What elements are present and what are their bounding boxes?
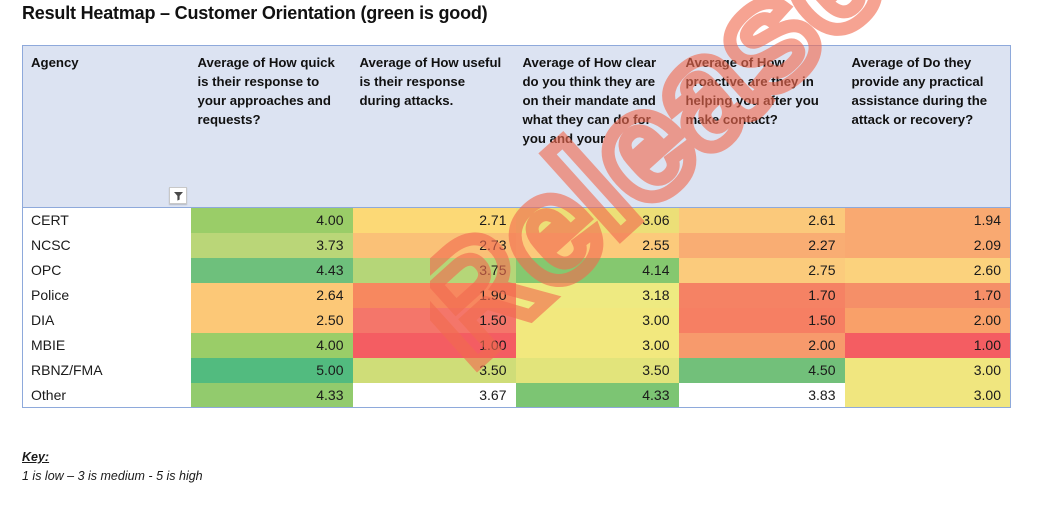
column-header-response-speed[interactable]: Average of How quick is their response t… [190,45,353,208]
table-row: Other 4.33 3.67 4.33 3.83 3.00 [22,382,1011,408]
heatmap-cell: 3.00 [844,357,1011,383]
heatmap-cell: 3.18 [515,282,679,308]
agency-cell: Other [22,382,191,408]
heatmap-cell: 4.50 [678,357,845,383]
heatmap-cell: 4.14 [515,257,679,283]
column-header-label: Average of How proactive are they in hel… [685,55,819,127]
table-row: NCSC 3.73 2.73 2.55 2.27 2.09 [22,232,1011,258]
page-title: Result Heatmap – Customer Orientation (g… [22,3,488,23]
heatmap-cell: 4.33 [190,382,353,408]
heatmap-cell: 4.43 [190,257,353,283]
heatmap-cell: 2.75 [678,257,845,283]
heatmap-cell: 2.00 [678,332,845,358]
heatmap-cell: 2.09 [844,232,1011,258]
agency-cell: RBNZ/FMA [22,357,191,383]
heatmap-cell: 2.71 [352,207,516,233]
table-row: DIA 2.50 1.50 3.00 1.50 2.00 [22,307,1011,333]
heatmap-cell: 1.90 [352,282,516,308]
column-header-label: Average of How useful is their response … [359,55,502,108]
heatmap-cell: 2.50 [190,307,353,333]
column-header-response-usefulness[interactable]: Average of How useful is their response … [352,45,516,208]
heatmap-cell: 3.75 [352,257,516,283]
table-row: CERT 4.00 2.71 3.06 2.61 1.94 [22,207,1011,233]
heatmap-cell: 5.00 [190,357,353,383]
heatmap-cell: 1.00 [844,332,1011,358]
heatmap-cell: 2.73 [352,232,516,258]
heatmap-cell: 4.33 [515,382,679,408]
heatmap-cell: 2.61 [678,207,845,233]
column-header-mandate-clarity[interactable]: Average of How clear do you think they a… [515,45,679,208]
table-row: MBIE 4.00 1.00 3.00 2.00 1.00 [22,332,1011,358]
agency-cell: NCSC [22,232,191,258]
heatmap-cell: 3.50 [352,357,516,383]
heatmap-cell: 3.67 [352,382,516,408]
key-legend: Key: 1 is low – 3 is medium - 5 is high [22,448,203,486]
agency-cell: Police [22,282,191,308]
table-row: OPC 4.43 3.75 4.14 2.75 2.60 [22,257,1011,283]
table-row: RBNZ/FMA 5.00 3.50 3.50 4.50 3.00 [22,357,1011,383]
heatmap-cell: 3.00 [515,332,679,358]
agency-cell: CERT [22,207,191,233]
agency-cell: MBIE [22,332,191,358]
heatmap-cell: 3.00 [515,307,679,333]
heatmap-table: Agency Average of How quick is their res… [22,45,1011,408]
heatmap-cell: 3.73 [190,232,353,258]
table-header: Agency Average of How quick is their res… [22,45,1011,208]
key-description: 1 is low – 3 is medium - 5 is high [22,468,203,483]
heatmap-cell: 2.64 [190,282,353,308]
heatmap-cell: 1.94 [844,207,1011,233]
column-header-proactivity[interactable]: Average of How proactive are they in hel… [678,45,845,208]
column-header-label: Average of How clear do you think they a… [522,55,657,146]
table-row: Police 2.64 1.90 3.18 1.70 1.70 [22,282,1011,308]
heatmap-cell: 1.70 [678,282,845,308]
column-header-label: Agency [31,55,79,70]
heatmap-cell: 1.50 [352,307,516,333]
column-header-label: Average of Do they provide any practical… [851,55,988,127]
heatmap-cell: 3.83 [678,382,845,408]
heatmap-cell: 2.00 [844,307,1011,333]
heatmap-cell: 1.00 [352,332,516,358]
table-header-row: Agency Average of How quick is their res… [22,45,1011,208]
heatmap-cell: 2.55 [515,232,679,258]
heatmap-cell: 3.06 [515,207,679,233]
column-header-practical-assistance[interactable]: Average of Do they provide any practical… [844,45,1011,208]
heatmap-cell: 4.00 [190,332,353,358]
heatmap-cell: 1.50 [678,307,845,333]
key-label: Key: [22,450,50,464]
agency-cell: DIA [22,307,191,333]
heatmap-cell: 3.00 [844,382,1011,408]
heatmap-cell: 2.27 [678,232,845,258]
agency-cell: OPC [22,257,191,283]
heatmap-cell: 4.00 [190,207,353,233]
column-header-label: Average of How quick is their response t… [197,55,335,127]
filter-funnel-icon[interactable] [169,187,187,204]
heatmap-cell: 1.70 [844,282,1011,308]
heatmap-cell: 3.50 [515,357,679,383]
heatmap-cell: 2.60 [844,257,1011,283]
table-body: CERT 4.00 2.71 3.06 2.61 1.94 NCSC 3.73 2.73 2.55… [22,207,1011,408]
column-header-agency[interactable]: Agency [22,45,191,208]
heatmap-table-container: Agency Average of How quick is their res… [22,45,1011,408]
